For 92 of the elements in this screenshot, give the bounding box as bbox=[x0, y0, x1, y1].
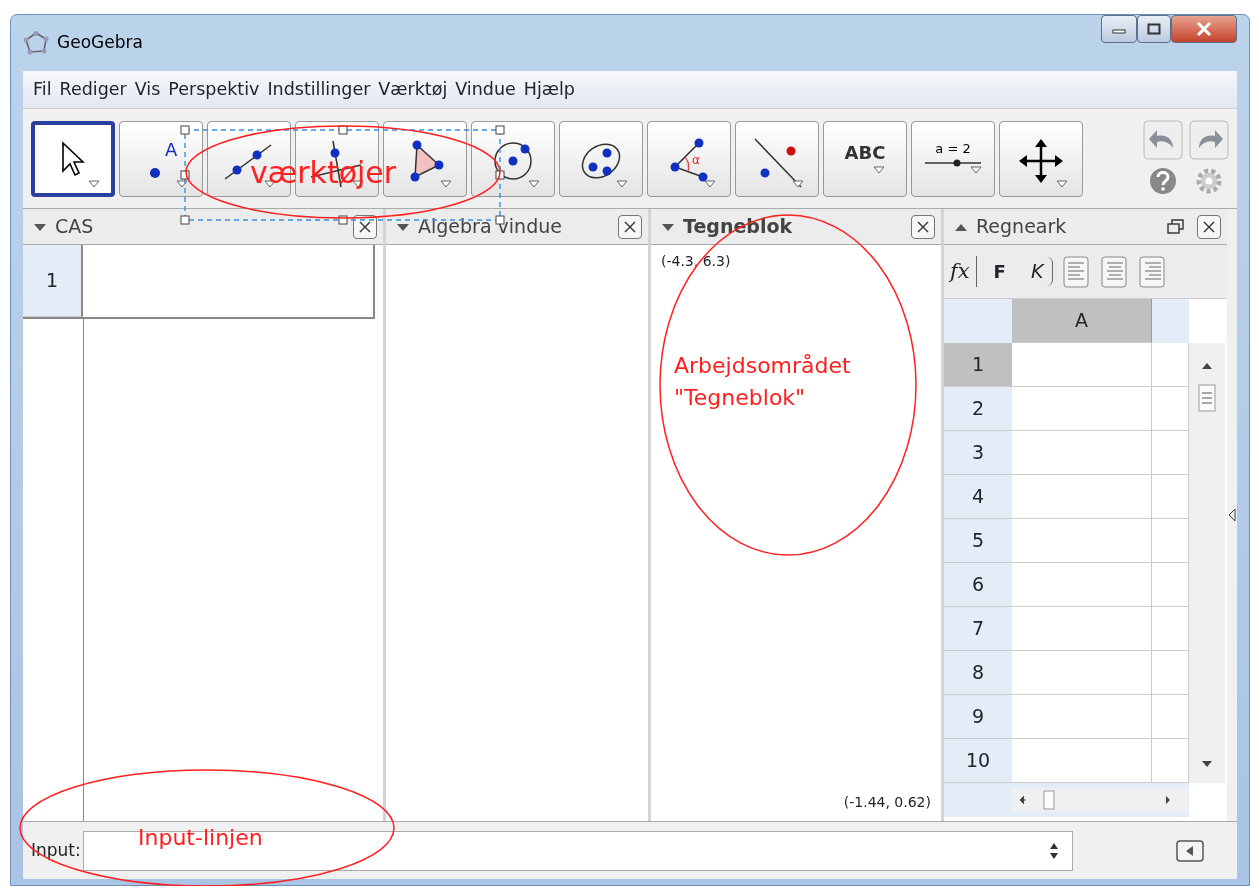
row-number: 2 bbox=[944, 387, 1012, 431]
italic-button[interactable]: K bbox=[1022, 257, 1053, 286]
window-title: GeoGebra bbox=[57, 31, 143, 55]
undock-icon bbox=[1167, 218, 1185, 235]
input-field[interactable] bbox=[82, 830, 1073, 871]
spreadsheet-cell[interactable] bbox=[1012, 651, 1152, 695]
spreadsheet-cell[interactable] bbox=[1152, 475, 1189, 519]
coordinates-label: (-4.3, 6.3) bbox=[661, 252, 731, 271]
expand-arrow-icon bbox=[396, 221, 410, 232]
view-title: Regneark bbox=[976, 214, 1067, 240]
spreadsheet-cell[interactable] bbox=[1012, 387, 1152, 431]
point-label: A bbox=[165, 140, 178, 159]
tool-button[interactable] bbox=[31, 120, 115, 197]
spreadsheet-cell[interactable] bbox=[1152, 387, 1189, 431]
row-number: 10 bbox=[944, 739, 1012, 783]
coordinates-label: (-1.44, 0.62) bbox=[843, 793, 931, 812]
angle-label: α bbox=[692, 153, 700, 166]
close-view-button[interactable] bbox=[911, 214, 935, 239]
spreadsheet-cell[interactable] bbox=[1152, 519, 1189, 563]
menu-item[interactable]: Vindue bbox=[453, 76, 522, 103]
align-center-icon bbox=[1100, 255, 1129, 288]
spreadsheet-cell[interactable] bbox=[1012, 739, 1152, 783]
menu-item[interactable]: Hjælp bbox=[521, 76, 581, 103]
close-view-button[interactable] bbox=[1197, 214, 1221, 239]
close-icon bbox=[358, 219, 372, 234]
row-number: 9 bbox=[944, 695, 1012, 739]
spreadsheet-cell[interactable] bbox=[1152, 651, 1189, 695]
view-title: CAS bbox=[55, 214, 94, 240]
row-number: 3 bbox=[944, 431, 1012, 475]
close-icon bbox=[1202, 219, 1216, 234]
tool-button[interactable] bbox=[559, 120, 643, 197]
spreadsheet-cell[interactable] bbox=[1012, 475, 1152, 519]
expand-sidebar-icon bbox=[1227, 507, 1237, 523]
close-button[interactable] bbox=[1171, 15, 1237, 43]
view-title: Algebra vindue bbox=[418, 214, 562, 240]
menu-item[interactable]: Rediger bbox=[57, 76, 133, 103]
spreadsheet-cell[interactable] bbox=[1152, 739, 1189, 783]
spreadsheet-cell[interactable] bbox=[1012, 695, 1152, 739]
spreadsheet-cell[interactable] bbox=[1152, 431, 1189, 475]
maximize-button[interactable] bbox=[1137, 15, 1171, 43]
input-label: Input: bbox=[31, 838, 81, 862]
align-left-icon bbox=[1062, 255, 1091, 288]
spreadsheet-cell[interactable] bbox=[1152, 563, 1189, 607]
tool-button[interactable]: α bbox=[647, 120, 731, 197]
undo-icon bbox=[1143, 119, 1183, 160]
annotation-text: Arbejdsområdet bbox=[674, 352, 851, 380]
tool-button[interactable] bbox=[999, 120, 1083, 197]
menu-item[interactable]: Fil bbox=[31, 76, 58, 103]
row-number: 6 bbox=[944, 563, 1012, 607]
spreadsheet-cell[interactable] bbox=[1012, 563, 1152, 607]
minimize-button[interactable] bbox=[1101, 15, 1137, 43]
tool-button[interactable] bbox=[471, 120, 555, 197]
point-icon bbox=[149, 166, 161, 179]
row-number: 8 bbox=[944, 651, 1012, 695]
close-view-button[interactable] bbox=[353, 214, 377, 239]
row-number: 4 bbox=[944, 475, 1012, 519]
row-number: 7 bbox=[944, 607, 1012, 651]
close-icon bbox=[1196, 22, 1212, 36]
spreadsheet-cell[interactable] bbox=[1012, 343, 1152, 387]
spreadsheet-cell[interactable] bbox=[1012, 431, 1152, 475]
spreadsheet-cell[interactable] bbox=[1012, 519, 1152, 563]
maximize-icon bbox=[1147, 23, 1161, 35]
row-number: 1 bbox=[23, 245, 83, 317]
menu-item[interactable]: Perspektiv bbox=[166, 76, 266, 103]
menu-item[interactable]: Værktøj bbox=[376, 76, 454, 103]
close-view-button[interactable] bbox=[618, 214, 642, 239]
tool-button[interactable]: a = 2 bbox=[911, 120, 995, 197]
spreadsheet-cell[interactable] bbox=[1152, 607, 1189, 651]
close-icon bbox=[916, 219, 930, 234]
redo-icon bbox=[1189, 119, 1229, 160]
dropdown-caret-icon bbox=[176, 179, 188, 188]
toggle-keyboard-button[interactable] bbox=[1175, 838, 1205, 863]
row-number: 5 bbox=[944, 519, 1012, 563]
bold-button[interactable]: F bbox=[986, 258, 1013, 285]
dropdown-caret-icon bbox=[873, 165, 886, 174]
spreadsheet-cell[interactable] bbox=[1152, 343, 1189, 387]
align-right-icon bbox=[1138, 255, 1167, 288]
spreadsheet-cell[interactable] bbox=[1152, 695, 1189, 739]
menu-item[interactable]: Indstillinger bbox=[265, 76, 377, 103]
menu-item[interactable]: Vis bbox=[132, 76, 167, 103]
annotation-text: "Tegneblok" bbox=[674, 383, 806, 412]
row-number: 1 bbox=[944, 343, 1012, 387]
expand-arrow-icon bbox=[33, 221, 47, 232]
spreadsheet-cell[interactable] bbox=[1012, 607, 1152, 651]
tool-button[interactable]: ABC bbox=[823, 120, 907, 197]
column-header: A bbox=[1012, 299, 1152, 343]
close-icon bbox=[623, 219, 637, 234]
expand-arrow-icon bbox=[661, 221, 675, 232]
tool-button[interactable]: A bbox=[119, 120, 203, 197]
formula-label: fx bbox=[950, 255, 977, 288]
app-logo-icon bbox=[23, 31, 49, 55]
annotation-text: Input-linjen bbox=[138, 824, 263, 852]
